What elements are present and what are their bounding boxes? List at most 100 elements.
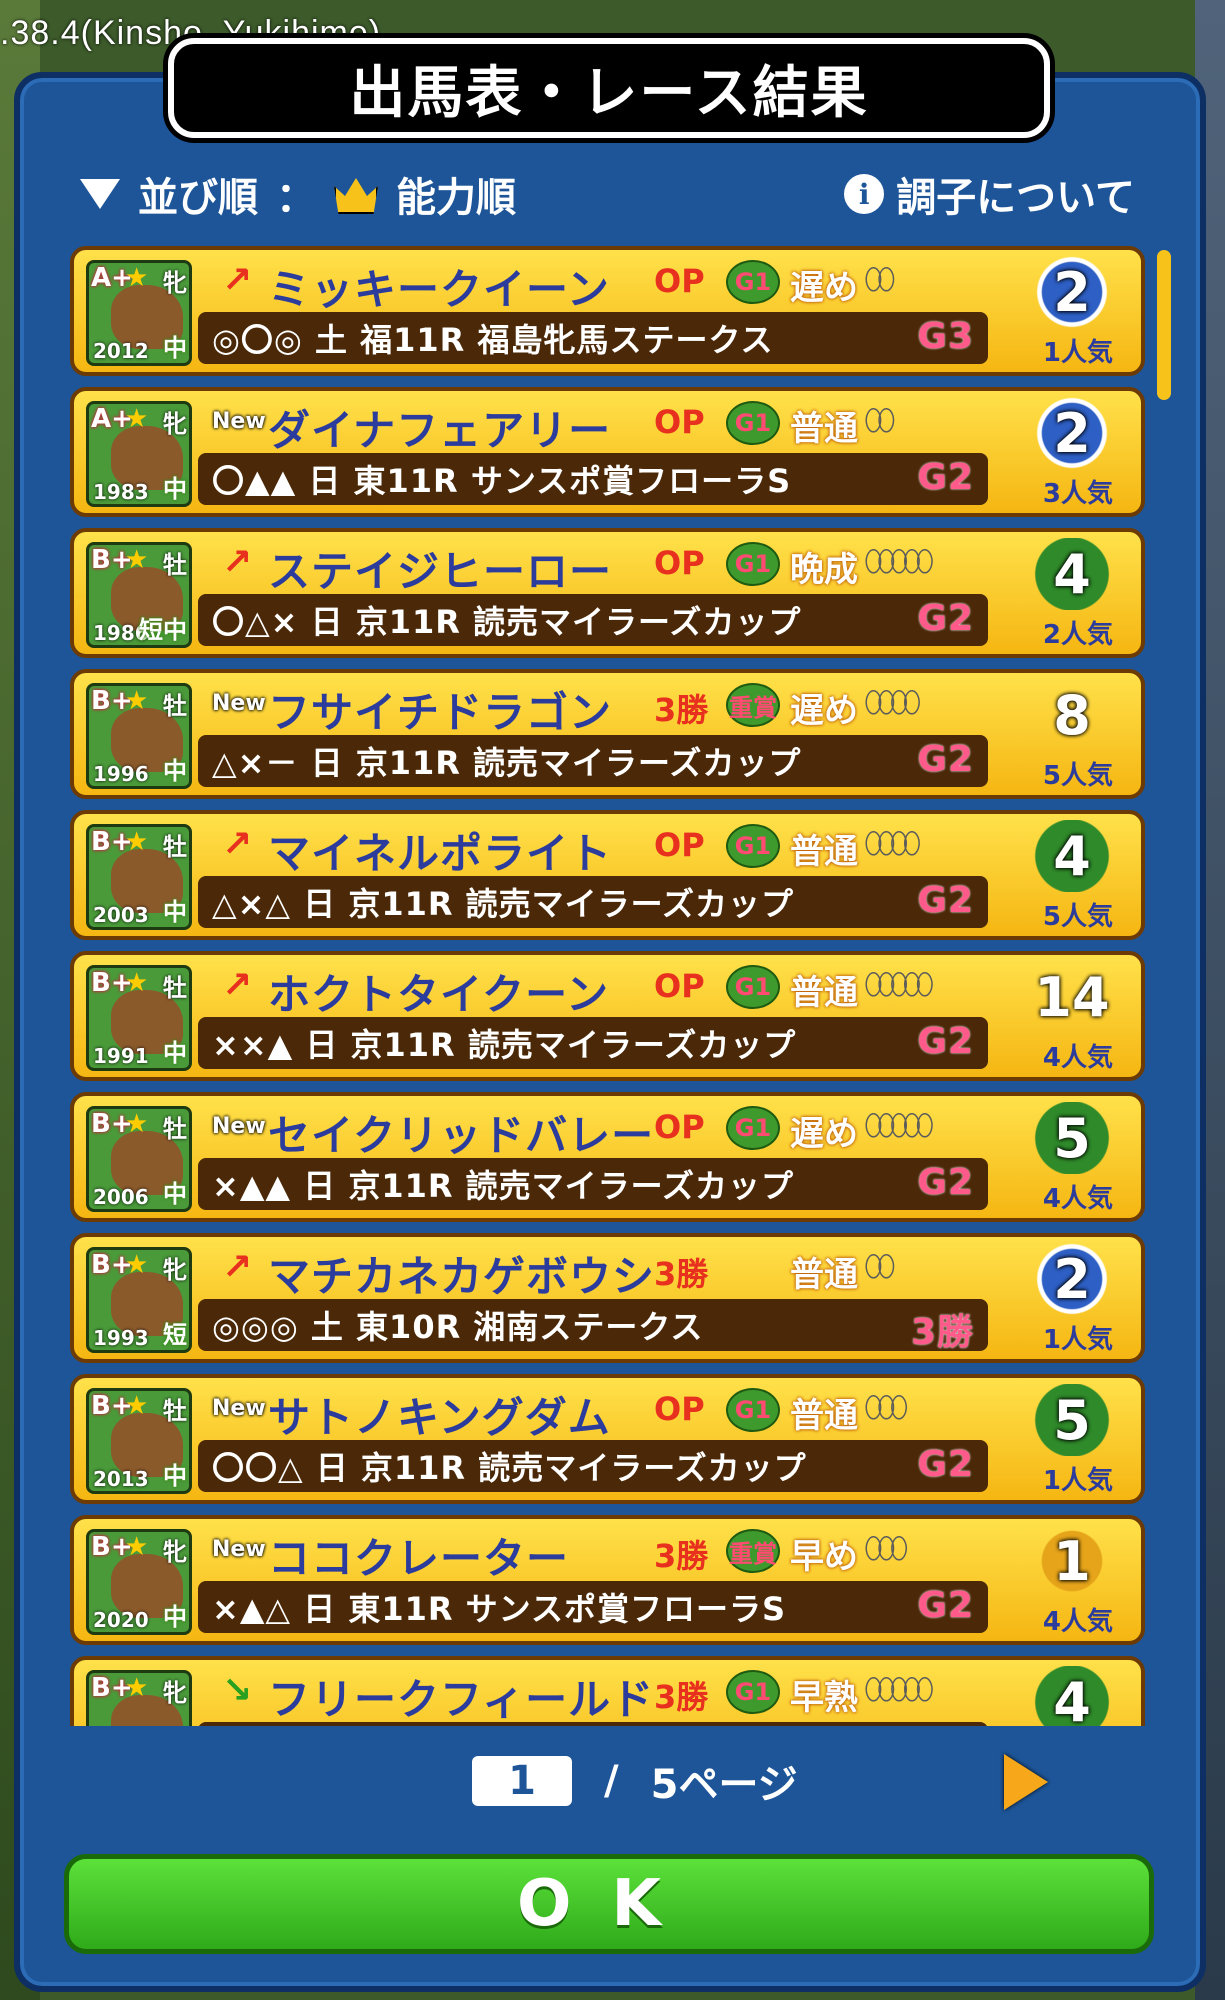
horse-row[interactable]: B+ ★ 牝 1993 短 ↗ マチカネカゲボウシ 3勝 普通 ⬯⬯ ◎◎◎ 土 東10R 湘南ステ… <box>70 1233 1145 1363</box>
horse-list[interactable]: A+ ★ 牝 2012 中 ↗ ミッキークイーン OP G1 遅め ⬯⬯ ◎〇◎ 土 福11R 福島牝… <box>70 246 1145 1726</box>
finish-rank-badge: 2 <box>1017 397 1127 469</box>
horse-thumbnail: B+ ★ 牡 1986 短中 <box>86 542 192 648</box>
birth-year: 1991 <box>93 1044 149 1068</box>
finish-rank-badge: 2 <box>1017 1243 1127 1315</box>
title-bar: 出馬表・レース結果 <box>168 38 1050 138</box>
condition-arrow-icon: ↗ <box>222 260 253 301</box>
g1-badge-icon: G1 <box>726 260 780 304</box>
condition-arrow-icon: ↗ <box>222 824 253 865</box>
next-page-arrow-icon[interactable] <box>1004 1754 1048 1810</box>
pager: 1 / 5ページ <box>472 1752 798 1810</box>
horseshoe-icon: ⬯⬯⬯⬯⬯ <box>864 1672 934 1707</box>
race-result-bar: 〇▲▲ 日 東11R サンスポ賞フローラS G2 <box>198 453 988 505</box>
finish-rank-badge: 2 <box>1017 256 1127 328</box>
sex-label: 牡 <box>163 833 187 861</box>
race-result-bar: ◎〇◎ 土 福11R 福島牝馬ステークス G3 <box>198 312 988 364</box>
race-grade-badge: G2 <box>917 739 974 780</box>
horse-row[interactable]: B+ ★ 牡 2013 中 New サトノキングダム OP G1 普通 ⬯⬯⬯ 〇〇△ 日 京11R … <box>70 1374 1145 1504</box>
triangle-down-icon <box>80 179 120 209</box>
sex-label: 牝 <box>163 1679 187 1707</box>
popularity-label: 4人気 <box>1042 1607 1113 1637</box>
horse-thumbnail: A+ ★ 牝 2012 中 <box>86 260 192 366</box>
finish-rank-badge: 4 <box>1017 538 1127 610</box>
horse-class: OP <box>654 262 705 300</box>
race-grade-badge: G2 <box>917 598 974 639</box>
star-icon: ★ <box>125 404 149 434</box>
race-result-bar: ××▲ 日 京11R 読売マイラーズカップ G2 <box>198 1017 988 1069</box>
star-icon: ★ <box>125 1532 149 1562</box>
sex-label: 牡 <box>163 1115 187 1143</box>
horse-class: 3勝 <box>654 1537 709 1575</box>
popularity-label: 1人気 <box>1042 1466 1113 1496</box>
g1-badge-icon: G1 <box>726 401 780 445</box>
sex-label: 牡 <box>163 974 187 1002</box>
star-icon: ★ <box>125 545 149 575</box>
condition-arrow-icon: ↗ <box>222 1247 253 1288</box>
race-grade-badge: G2 <box>917 880 974 921</box>
g1-badge-icon: G1 <box>726 1670 780 1714</box>
popularity-label: 5人気 <box>1042 761 1113 791</box>
horse-name: ステイジヒーロー <box>268 547 613 596</box>
new-badge: New <box>212 1396 266 1421</box>
horseshoe-icon: ⬯⬯⬯⬯⬯ <box>864 1108 934 1143</box>
horse-row[interactable]: B+ ★ 牡 1986 短中 ↗ ステイジヒーロー OP G1 晩成 ⬯⬯⬯⬯⬯ 〇△× 日 京11R… <box>70 528 1145 658</box>
condition-info-link[interactable]: i 調子について <box>844 165 1135 223</box>
horse-class: 3勝 <box>654 691 709 729</box>
horseshoe-icon: ⬯⬯ <box>864 262 896 297</box>
horse-row[interactable]: B+ ★ 牡 2003 中 ↗ マイネルポライト OP G1 普通 ⬯⬯⬯⬯ △×△ 日 京11R 読… <box>70 810 1145 940</box>
race-grade-badge: 3勝 <box>910 1312 974 1353</box>
horse-row[interactable]: A+ ★ 牝 1983 中 New ダイナフェアリー OP G1 普通 ⬯⬯ 〇▲▲ 日 東11R サ… <box>70 387 1145 517</box>
sex-label: 牡 <box>163 1397 187 1425</box>
horse-class: OP <box>654 967 705 1005</box>
horse-row[interactable]: B+ ★ 牝 2020 中 New ココクレーター 3勝 重賞 早め ⬯⬯⬯ ×▲△ 日 東11R サ… <box>70 1515 1145 1645</box>
sex-label: 牝 <box>163 1538 187 1566</box>
condition-arrow-icon: ↘ <box>222 1670 253 1711</box>
horse-thumbnail: B+ ★ 牡 2013 中 <box>86 1388 192 1494</box>
ok-button[interactable]: OK <box>64 1854 1154 1954</box>
race-result: ◎〇◎ 土 福11R 福島牝馬ステークス <box>212 321 774 359</box>
race-result-bar: 〇〇△ 日 京11R 読売マイラーズカップ G2 <box>198 1440 988 1492</box>
distance-aptitude: 短中 <box>139 616 187 644</box>
distance-aptitude: 中 <box>163 898 187 926</box>
condition-arrow-icon: ↗ <box>222 965 253 1006</box>
horse-name: ミッキークイーン <box>268 265 610 314</box>
race-result: 〇〇△ 日 京11R 読売マイラーズカップ <box>212 1449 807 1487</box>
growth-type: 普通 <box>790 832 858 872</box>
race-grade-badge: G2 <box>917 1585 974 1626</box>
race-grade-badge: G2 <box>917 1162 974 1203</box>
horse-row[interactable]: B+ ★ 牡 2006 中 New セイクリッドバレー OP G1 遅め ⬯⬯⬯⬯⬯ ×▲▲ 日 京1… <box>70 1092 1145 1222</box>
horse-name: ココクレーター <box>268 1534 570 1583</box>
sex-label: 牝 <box>163 269 187 297</box>
distance-aptitude: 中 <box>163 475 187 503</box>
growth-type: 普通 <box>790 409 858 449</box>
birth-year: 1993 <box>93 1326 149 1350</box>
scrollbar[interactable] <box>1157 250 1171 400</box>
race-grade-badge: G3 <box>917 316 974 357</box>
race-result: ×▲△ 日 東11R サンスポ賞フローラS <box>212 1590 787 1628</box>
finish-rank-badge: 4 <box>1017 1666 1127 1726</box>
birth-year: 2020 <box>93 1608 149 1632</box>
horse-thumbnail: A+ ★ 牝 1983 中 <box>86 401 192 507</box>
birth-year: 2006 <box>93 1185 149 1209</box>
sort-selector[interactable]: 並び順 ： 能力順 <box>80 165 516 223</box>
horseshoe-icon: ⬯⬯⬯⬯⬯ <box>864 544 934 579</box>
horse-thumbnail: B+ ★ 牡 2003 中 <box>86 824 192 930</box>
sex-label: 牡 <box>163 692 187 720</box>
sex-label: 牡 <box>163 551 187 579</box>
race-result: ×▲▲ 日 京11R 読売マイラーズカップ <box>212 1167 795 1205</box>
star-icon: ★ <box>125 1250 149 1280</box>
distance-aptitude: 中 <box>163 1603 187 1631</box>
race-result-bar: △×△ 日 京11R 読売マイラーズカップ G2 <box>198 876 988 928</box>
horse-row[interactable]: B+ ★ 牝 ↘ フリークフィールド 3勝 G1 早熟 ⬯⬯⬯⬯⬯ 4 <box>70 1656 1145 1726</box>
horse-row[interactable]: B+ ★ 牡 1991 中 ↗ ホクトタイクーン OP G1 普通 ⬯⬯⬯⬯⬯ ××▲ 日 京11R … <box>70 951 1145 1081</box>
race-result: △×△ 日 京11R 読売マイラーズカップ <box>212 885 795 923</box>
horseshoe-icon: ⬯⬯⬯ <box>864 1390 908 1425</box>
horse-name: ダイナフェアリー <box>268 406 612 455</box>
growth-type: 早熟 <box>790 1678 858 1718</box>
growth-type: 普通 <box>790 1255 858 1295</box>
horse-thumbnail: B+ ★ 牡 2006 中 <box>86 1106 192 1212</box>
horse-row[interactable]: A+ ★ 牝 2012 中 ↗ ミッキークイーン OP G1 遅め ⬯⬯ ◎〇◎ 土 福11R 福島牝… <box>70 246 1145 376</box>
horse-row[interactable]: B+ ★ 牡 1996 中 New フサイチドラゴン 3勝 重賞 遅め ⬯⬯⬯⬯ △×－ 日 京11R… <box>70 669 1145 799</box>
popularity-label: 3人気 <box>1042 479 1113 509</box>
page-number-input[interactable]: 1 <box>472 1756 572 1806</box>
